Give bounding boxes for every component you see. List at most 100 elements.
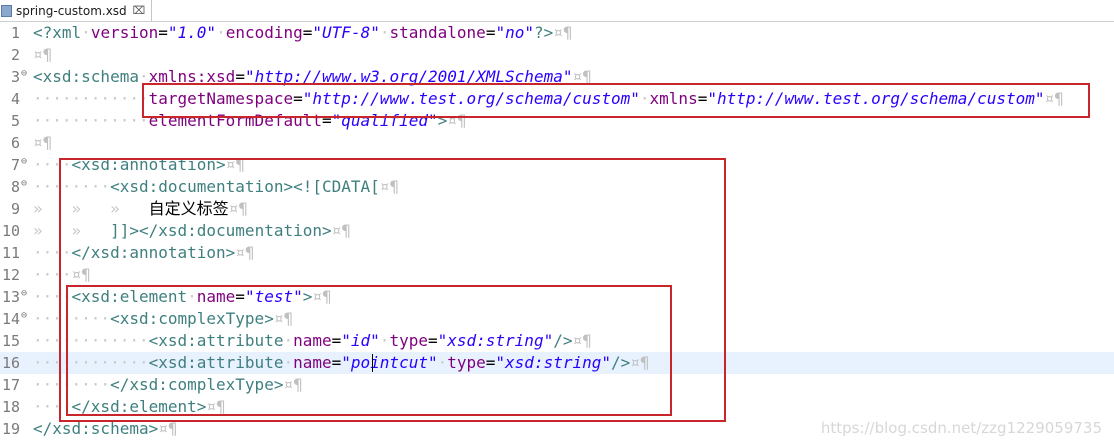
line-number: 19 [1,420,20,438]
code-token: "pointcut" [341,353,438,372]
tab-title: spring-custom.xsd [16,3,127,18]
code-token: name [196,287,236,306]
code-token: = [235,67,245,86]
code-text: ············<xsd:attribute·name="pointcu… [33,352,650,374]
code-token: = [302,23,313,42]
code-line[interactable]: 4 ············targetNamespace="http://www… [0,88,1114,110]
code-token: ········ [33,177,111,196]
code-token: ?> [533,23,554,42]
code-editor[interactable]: 1 <?xml·version="1.0"·encoding="UTF-8"·st… [0,22,1114,447]
code-token: type [447,353,486,372]
watermark-text: https://blog.csdn.net/zzg1229059735 [820,419,1102,437]
code-token: ········ [33,309,111,328]
code-token: "http://www.test.org/schema/custom" [707,89,1045,108]
code-token: encoding [225,23,303,42]
code-token: xmlns:xsd [148,67,236,86]
editor-tab-bar: spring-custom.xsd ⌧ [0,0,1114,22]
code-line[interactable]: 7 ⊖ ····<xsd:annotation>¤¶ [0,154,1114,176]
code-token: » » [33,221,111,240]
code-token: ¤¶ [572,67,592,86]
code-line[interactable]: 11 ····</xsd:annotation>¤¶ [0,242,1114,264]
code-token: ¤¶ [33,45,53,64]
code-line[interactable]: 10 » » ]]></xsd:documentation>¤¶ [0,220,1114,242]
code-line[interactable]: 2 ¤¶ [0,44,1114,66]
xsd-file-icon [1,4,12,17]
code-token: </xsd:schema> [33,419,159,438]
code-token: "http://www.w3.org/2001/XMLSchema" [244,67,573,86]
code-text: ············targetNamespace="http://www.… [33,88,1064,110]
code-token: ¤¶ [553,23,573,42]
code-line[interactable]: 6 ¤¶ [0,132,1114,154]
code-token: = [235,287,245,306]
code-token: name [293,331,332,350]
close-icon[interactable]: ⌧ [133,5,146,16]
editor-tab[interactable]: spring-custom.xsd ⌧ [0,0,153,21]
code-token: elementFormDefault [148,111,322,130]
code-token: ¤¶ [312,287,332,306]
fold-toggle-icon[interactable]: ⊖ [21,176,27,192]
code-token: <?xml [33,23,82,42]
line-number: 16 [1,354,20,372]
code-token: ¤¶ [283,375,303,394]
code-token: name [293,353,332,372]
line-number: 15 [1,332,20,350]
code-token: <xsd:annotation> [71,155,226,174]
code-token: ········ [33,375,111,394]
code-line[interactable]: 16 ············<xsd:attribute·name="point… [0,352,1114,374]
code-token: ¤¶ [447,111,467,130]
code-text: ····<xsd:element·name="test">¤¶ [33,286,332,308]
code-token: · [379,331,390,350]
code-token: </xsd:documentation> [138,221,332,240]
code-line[interactable]: 18 ····</xsd:element>¤¶ [0,396,1114,418]
code-token: <![CDATA[ [293,177,380,196]
code-token: 自定义标签 [148,199,229,218]
code-token: "UTF-8" [312,23,380,42]
fold-toggle-icon[interactable]: ⊖ [21,286,27,302]
fold-toggle-icon[interactable]: ⊖ [21,308,27,324]
code-token: </xsd:complexType> [110,375,284,394]
code-token: <xsd:attribute [148,331,284,350]
code-line[interactable]: 8 ⊖ ········<xsd:documentation><![CDATA[¤¶ [0,176,1114,198]
code-token: · [216,23,226,42]
code-token: > [302,287,313,306]
code-text: ············<xsd:attribute·name="id"·typ… [33,330,592,352]
fold-toggle-icon[interactable]: ⊖ [21,154,27,170]
code-text: <?xml·version="1.0"·encoding="UTF-8"·sta… [33,22,573,44]
code-token: = [331,353,342,372]
code-token: ¤¶ [206,397,226,416]
code-token: ¤¶ [235,243,255,262]
code-line[interactable]: 17 ········</xsd:complexType>¤¶ [0,374,1114,396]
code-token: · [437,353,448,372]
code-line[interactable]: 12 ····¤¶ [0,264,1114,286]
code-token: <xsd:complexType> [110,309,274,328]
code-token: · [187,287,197,306]
code-line[interactable]: 1 <?xml·version="1.0"·encoding="UTF-8"·st… [0,22,1114,44]
code-token: = [697,89,708,108]
code-token: · [138,67,149,86]
code-token: ¤¶ [331,221,351,240]
code-token: ¤¶ [273,309,294,328]
code-line[interactable]: 15 ············<xsd:attribute·name="id"·t… [0,330,1114,352]
code-text: ····</xsd:annotation>¤¶ [33,242,255,264]
line-number: 18 [1,398,20,416]
fold-toggle-icon[interactable]: ⊖ [21,66,27,82]
code-token: ···· [33,397,72,416]
code-token: ¤¶ [228,199,248,218]
code-token: · [283,353,294,372]
code-line[interactable]: 13 ⊖ ····<xsd:element·name="test">¤¶ [0,286,1114,308]
code-text: » » » 自定义标签¤¶ [33,198,248,220]
code-line[interactable]: 14 ⊖ ········<xsd:complexType>¤¶ [0,308,1114,330]
code-token: "id" [341,331,380,350]
code-line[interactable]: 9 » » » 自定义标签¤¶ [0,198,1114,220]
code-line[interactable]: 5 ············elementFormDefault="qualifi… [0,110,1114,132]
line-number: 4 [10,90,20,108]
code-token: · [283,331,294,350]
line-number: 9 [10,200,20,218]
code-token: ¤¶ [225,155,245,174]
code-token: = [331,331,342,350]
line-number: 14 [1,310,20,328]
code-token: ¤¶ [158,419,178,438]
code-text: ¤¶ [33,44,52,66]
code-line[interactable]: 3 ⊖ <xsd:schema·xmlns:xsd="http://www.w3.o… [0,66,1114,88]
code-text: <xsd:schema·xmlns:xsd="http://www.w3.org… [33,66,592,88]
